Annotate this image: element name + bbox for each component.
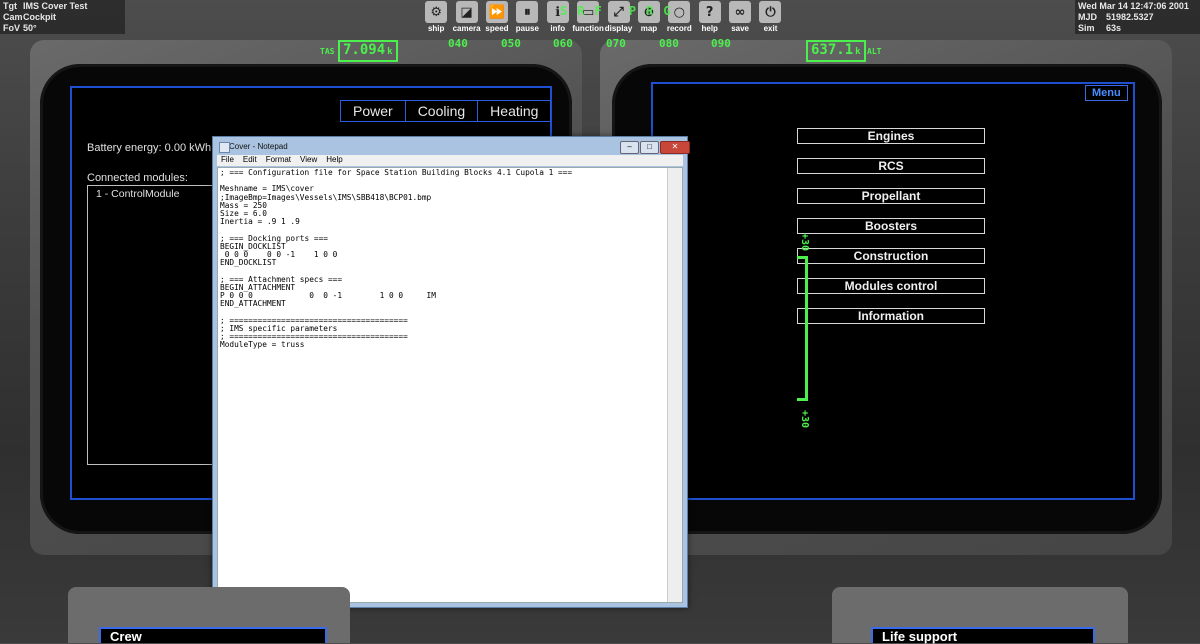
- crew-panel: Crew: [99, 627, 327, 644]
- menu-format[interactable]: Format: [262, 155, 296, 166]
- alt-label: ALT: [867, 47, 882, 56]
- menu-file[interactable]: File: [217, 155, 239, 166]
- pitch-ladder: [797, 256, 808, 401]
- left-mfd-tabs: Power Cooling Heating: [340, 100, 552, 122]
- pause-icon: ⏸: [516, 1, 539, 23]
- alt-readout: 637.1 k: [806, 40, 866, 62]
- life-support-panel: Life support: [871, 627, 1095, 644]
- hud-time-info: Wed Mar 14 12:47:06 2001 MJD 51982.5327 S…: [1075, 0, 1200, 34]
- toolbar-pause-button[interactable]: ⏸ pause: [512, 0, 542, 34]
- menu-view[interactable]: View: [296, 155, 322, 166]
- notepad-editor[interactable]: ; === Configuration file for Space Stati…: [217, 167, 683, 603]
- hud-row-camera: CamCockpit: [3, 12, 57, 22]
- hud-date: Wed Mar 14 12:47:06 2001: [1078, 1, 1189, 11]
- toolbar-help-button[interactable]: ? help: [695, 0, 725, 34]
- life-support-title: Life support: [882, 629, 958, 644]
- heading-tick-090: 090: [711, 37, 731, 50]
- toolbar-exit-button[interactable]: ⏻ exit: [755, 0, 785, 34]
- close-icon[interactable]: ✕: [660, 141, 690, 154]
- tab-heating[interactable]: Heating: [478, 101, 550, 121]
- tas-label: TAS: [320, 47, 335, 56]
- crew-title: Crew: [110, 629, 142, 644]
- pitch-label-top: +30: [799, 233, 810, 252]
- hud-target-info: Tgt IMS Cover Test CamCockpit FoV 50°: [0, 0, 125, 34]
- power-icon: ⏻: [759, 1, 782, 23]
- toolbar-camera-button[interactable]: ◪ camera: [451, 0, 481, 34]
- fast-forward-icon: ⏩: [485, 1, 508, 23]
- heading-tick-040: 040: [448, 37, 468, 50]
- modules-control-button[interactable]: Modules control: [797, 278, 985, 294]
- battery-energy: Battery energy: 0.00 kWh: [87, 142, 212, 154]
- window-controls: – □ ✕: [619, 141, 690, 154]
- menu-edit[interactable]: Edit: [239, 155, 262, 166]
- notepad-menubar: File Edit Format View Help: [217, 155, 683, 166]
- tab-cooling[interactable]: Cooling: [406, 101, 479, 121]
- notepad-app-icon: [219, 142, 230, 153]
- heading-overlay: SRF PRG: [560, 4, 681, 18]
- boosters-button[interactable]: Boosters: [797, 218, 985, 234]
- ship-icon: ⚙: [425, 1, 448, 23]
- heading-tick-050: 050: [501, 37, 521, 50]
- menu-help[interactable]: Help: [322, 155, 347, 166]
- connected-modules-label: Connected modules:: [87, 172, 188, 184]
- alt-unit: k: [855, 47, 861, 57]
- alt-value: 637.1: [811, 42, 854, 58]
- notepad-window[interactable]: Cover - Notepad – □ ✕ File Edit Format V…: [212, 136, 690, 608]
- propellant-button[interactable]: Propellant: [797, 188, 985, 204]
- pitch-ladder-top-cap: [797, 256, 807, 259]
- pitch-label-bottom: +30: [799, 410, 810, 429]
- menu-button[interactable]: Menu: [1085, 85, 1128, 101]
- notepad-content[interactable]: ; === Configuration file for Space Stati…: [218, 168, 682, 350]
- hud-row-target: Tgt IMS Cover Test: [3, 1, 88, 11]
- minimize-icon[interactable]: –: [620, 141, 639, 154]
- information-button[interactable]: Information: [797, 308, 985, 324]
- hud-row-mjd: MJD 51982.5327: [1078, 12, 1154, 22]
- notepad-titlebar[interactable]: Cover - Notepad: [213, 137, 687, 156]
- help-icon: ?: [698, 1, 721, 23]
- save-icon: ∞: [729, 1, 752, 23]
- hud-row-fov: FoV 50°: [3, 23, 37, 33]
- toolbar-speed-button[interactable]: ⏩ speed: [482, 0, 512, 34]
- hud-row-sim: Sim 63s: [1078, 23, 1122, 33]
- heading-tick-070: 070: [606, 37, 626, 50]
- engines-button[interactable]: Engines: [797, 128, 985, 144]
- vertical-scrollbar[interactable]: [667, 168, 682, 602]
- pitch-ladder-bottom-cap: [797, 398, 807, 401]
- camera-icon: ◪: [455, 1, 478, 23]
- tab-power[interactable]: Power: [341, 101, 406, 121]
- heading-tick-060: 060: [553, 37, 573, 50]
- toolbar-save-button[interactable]: ∞ save: [725, 0, 755, 34]
- maximize-icon[interactable]: □: [640, 141, 659, 154]
- tas-unit: k: [387, 47, 393, 57]
- toolbar-ship-button[interactable]: ⚙ ship: [421, 0, 451, 34]
- rcs-button[interactable]: RCS: [797, 158, 985, 174]
- construction-button[interactable]: Construction: [797, 248, 985, 264]
- heading-tick-080: 080: [659, 37, 679, 50]
- tas-readout: 7.094 k: [338, 40, 398, 62]
- modules-list: 1 - ControlModule: [87, 185, 217, 465]
- tas-value: 7.094: [343, 42, 386, 58]
- notepad-title: Cover - Notepad: [229, 142, 288, 151]
- module-item[interactable]: 1 - ControlModule: [88, 186, 216, 202]
